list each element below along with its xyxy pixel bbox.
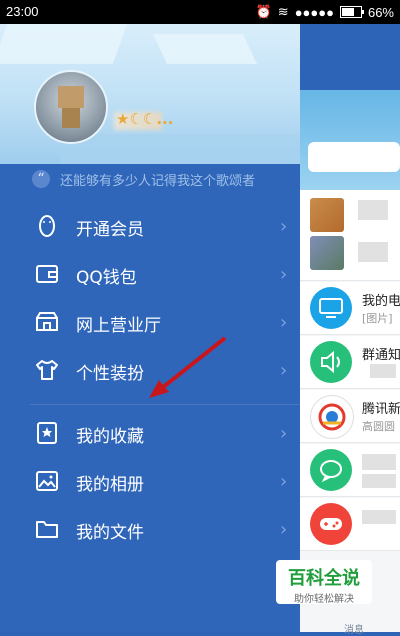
penguin-icon	[39, 215, 55, 237]
menu-item-label: 我的收藏	[76, 427, 144, 447]
status-bar: 23:00 ⏰ ≋ ●●●●● 66%	[0, 0, 400, 24]
chat-bubble-avatar-icon	[310, 449, 352, 491]
avatar-figure-body	[62, 108, 80, 128]
conversation-row[interactable]: 群通知	[300, 336, 400, 389]
wallet-icon	[36, 265, 58, 283]
computer-avatar-icon	[310, 287, 352, 329]
wifi-icon: ≋	[277, 4, 289, 19]
menu-item-label: 开通会员	[76, 220, 144, 240]
message-panel-header	[300, 90, 400, 190]
chevron-right-icon: ›	[280, 264, 288, 285]
blurred-text	[362, 510, 396, 524]
watermark-subtitle: 助你轻松解决	[294, 594, 354, 605]
chevron-right-icon: ›	[280, 216, 288, 237]
ice-decoration	[153, 34, 257, 64]
menu-item-label: 个性装扮	[76, 364, 144, 384]
signature-text: 还能够有多少人记得我这个歌颂者	[60, 173, 256, 189]
conversation-row[interactable]	[300, 190, 400, 281]
chevron-right-icon: ›	[280, 519, 288, 540]
avatar[interactable]	[34, 70, 108, 144]
status-right: ⏰ ≋ ●●●●● 66%	[256, 4, 394, 20]
chevron-right-icon: ›	[280, 312, 288, 333]
store-icon	[36, 312, 58, 331]
contact-avatar	[310, 198, 344, 232]
blurred-text	[362, 454, 396, 470]
menu-item-label: QQ钱包	[76, 268, 137, 288]
side-drawer: ★☾☾... “ 还能够有多少人记得我这个歌颂者 开通会员 › QQ钱包 › 网…	[0, 24, 300, 632]
battery-level	[341, 8, 354, 16]
menu-item-label: 我的文件	[76, 523, 144, 543]
menu-item-album[interactable]: 我的相册 ›	[0, 457, 300, 505]
alarm-icon: ⏰	[255, 4, 272, 19]
chevron-right-icon: ›	[280, 423, 288, 444]
blurred-text	[358, 242, 388, 262]
conversation-title: 群通知	[362, 348, 400, 363]
contact-avatar	[310, 236, 344, 270]
bottom-tab-messages[interactable]: 消息	[344, 621, 364, 636]
watermark-title: 百科全说	[288, 568, 360, 589]
menu-item-wallet[interactable]: QQ钱包 ›	[0, 250, 300, 298]
menu-item-favorites[interactable]: 我的收藏 ›	[0, 409, 300, 457]
conversation-preview: [图片]	[362, 312, 393, 325]
battery-percent: 66%	[367, 4, 394, 20]
conversation-preview: 高圆圆	[362, 420, 395, 433]
menu-divider	[30, 404, 300, 405]
watermark-logo: 百科全说 助你轻松解决	[276, 560, 372, 605]
bookmark-star-icon	[37, 422, 57, 444]
blurred-text	[362, 474, 396, 488]
blurred-text	[370, 364, 396, 378]
speaker-avatar-icon	[310, 341, 352, 383]
menu-item-files[interactable]: 我的文件 ›	[0, 505, 300, 553]
signature-row[interactable]: “ 还能够有多少人记得我这个歌颂者	[32, 168, 292, 190]
signal-icon: ●●●●●	[294, 4, 334, 20]
photo-icon	[36, 471, 58, 491]
gamepad-avatar-icon	[310, 503, 352, 545]
menu-item-label: 网上营业厅	[76, 316, 161, 336]
tencent-news-avatar-icon	[310, 395, 354, 439]
conversation-row[interactable]: 腾讯新 高圆圆	[300, 390, 400, 443]
menu-item-label: 我的相册	[76, 475, 144, 495]
conversation-row[interactable]	[300, 498, 400, 551]
folder-icon	[36, 521, 58, 538]
nickname[interactable]: ★☾☾...	[116, 110, 173, 128]
tshirt-icon	[36, 360, 58, 380]
chevron-right-icon: ›	[280, 360, 288, 381]
avatar-figure-head	[58, 86, 84, 108]
conversation-row[interactable]	[300, 444, 400, 497]
conversation-row[interactable]: 我的电 [图片]	[300, 282, 400, 335]
blurred-text	[358, 200, 388, 220]
status-time: 23:00	[6, 4, 39, 19]
ice-decoration	[0, 24, 128, 64]
search-input[interactable]	[308, 142, 400, 172]
quote-icon: “	[32, 170, 50, 188]
red-pointer-arrow-icon	[149, 336, 227, 398]
message-list-panel: 我的电 [图片] 群通知 腾讯新 高圆圆 消息	[300, 90, 400, 636]
menu-item-vip[interactable]: 开通会员 ›	[0, 202, 300, 250]
conversation-title: 我的电	[362, 294, 400, 309]
chevron-right-icon: ›	[280, 471, 288, 492]
ice-decoration	[60, 134, 300, 164]
conversation-title: 腾讯新	[362, 402, 400, 417]
battery-icon	[339, 6, 364, 18]
